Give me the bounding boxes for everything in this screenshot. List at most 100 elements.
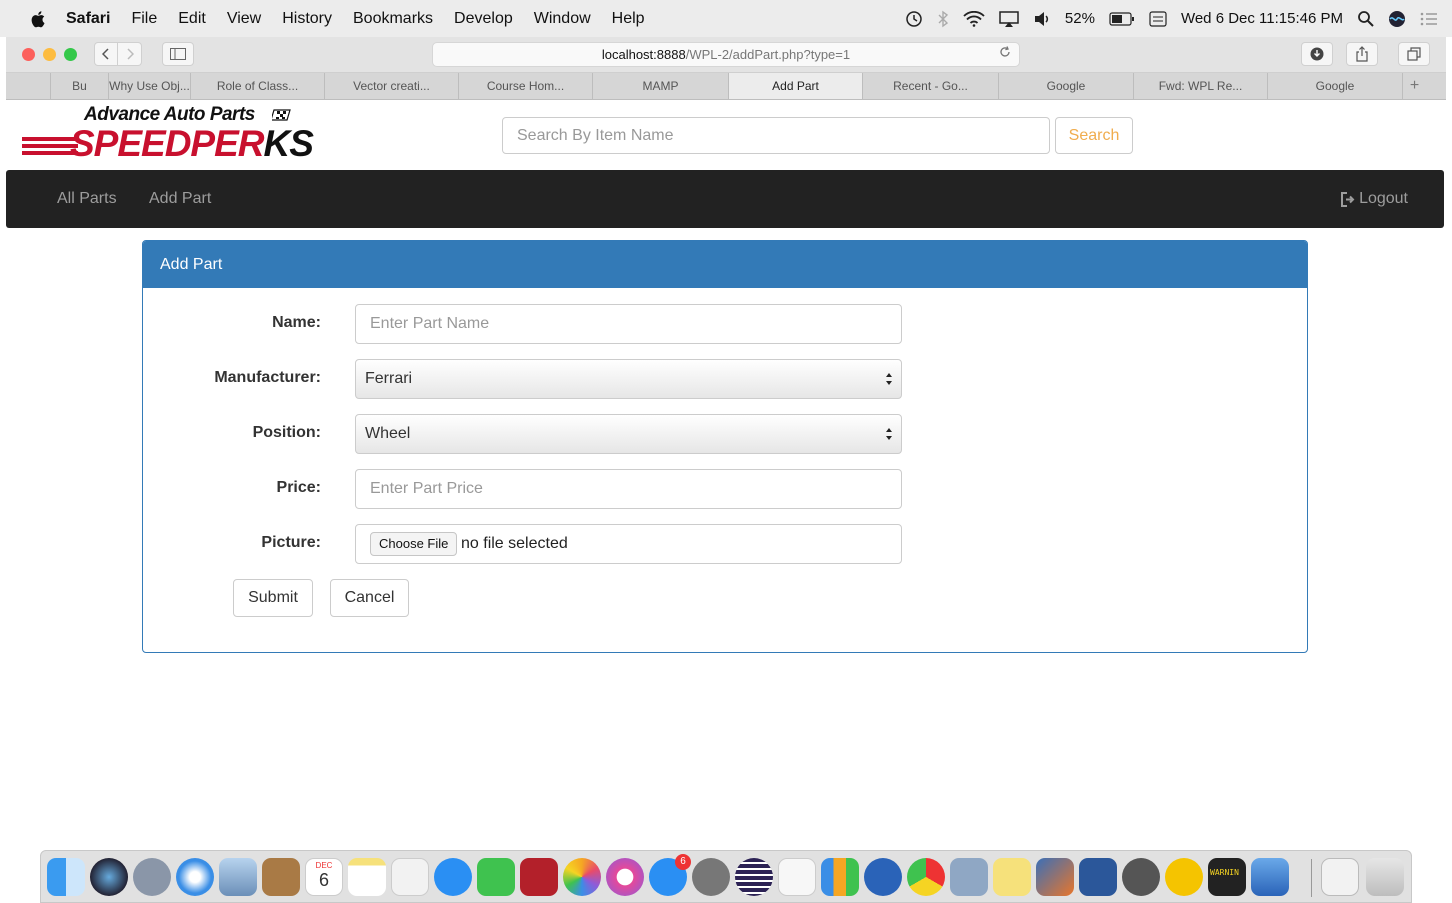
menu-help[interactable]: Help bbox=[612, 10, 645, 28]
airplay-icon[interactable] bbox=[999, 10, 1019, 27]
eclipse-icon[interactable] bbox=[735, 858, 773, 896]
tab-item[interactable]: Google bbox=[998, 73, 1133, 99]
tab-spacer bbox=[6, 73, 50, 99]
trash-icon[interactable] bbox=[1366, 858, 1404, 896]
tab-item[interactable]: Bu bbox=[50, 73, 108, 99]
facetime-icon[interactable] bbox=[477, 858, 515, 896]
textedit-icon[interactable] bbox=[778, 858, 816, 896]
logout-link[interactable]: Logout bbox=[1340, 190, 1408, 208]
chevron-right-icon bbox=[126, 48, 134, 60]
menu-edit[interactable]: Edit bbox=[178, 10, 206, 28]
keynote-icon[interactable] bbox=[1251, 858, 1289, 896]
apple-icon[interactable] bbox=[30, 10, 48, 28]
clock[interactable]: Wed 6 Dec 11:15:46 PM bbox=[1181, 10, 1343, 27]
safari-icon[interactable] bbox=[176, 858, 214, 896]
price-label: Price: bbox=[276, 479, 321, 496]
panel-title: Add Part bbox=[143, 241, 1307, 288]
finder-icon[interactable] bbox=[47, 858, 85, 896]
choose-file-button[interactable]: Choose File bbox=[370, 532, 458, 556]
share-button[interactable] bbox=[1346, 42, 1378, 66]
photos-icon[interactable] bbox=[563, 858, 601, 896]
stickies-icon[interactable] bbox=[993, 858, 1031, 896]
new-tab-button[interactable]: + bbox=[1402, 73, 1426, 99]
downloads-button[interactable] bbox=[1301, 42, 1333, 66]
reminders-icon[interactable] bbox=[391, 858, 429, 896]
notification-center-icon[interactable] bbox=[1420, 12, 1438, 26]
chrome-icon[interactable] bbox=[907, 858, 945, 896]
time-machine-icon[interactable] bbox=[905, 10, 923, 28]
cancel-button[interactable]: Cancel bbox=[330, 579, 409, 617]
menu-history[interactable]: History bbox=[282, 10, 332, 28]
logout-icon bbox=[1341, 191, 1355, 207]
manufacturer-select[interactable]: Ferrari bbox=[355, 359, 902, 399]
volume-icon[interactable] bbox=[1033, 11, 1051, 27]
app-store-icon[interactable]: 6 bbox=[649, 854, 691, 896]
system-preferences-icon[interactable] bbox=[692, 858, 730, 896]
launchpad-icon[interactable] bbox=[133, 858, 171, 896]
forward-button[interactable] bbox=[118, 42, 142, 66]
siri-menu-icon[interactable] bbox=[1388, 10, 1406, 28]
wifi-icon[interactable] bbox=[963, 10, 985, 27]
tab-item[interactable]: Recent - Go... bbox=[862, 73, 998, 99]
zoom-window-button[interactable] bbox=[64, 48, 77, 61]
image-capture-icon[interactable] bbox=[950, 858, 988, 896]
address-bar[interactable]: localhost:8888/WPL-2/addPart.php?type=1 bbox=[432, 42, 1020, 67]
nav-add-part[interactable]: Add Part bbox=[149, 190, 211, 208]
search-input[interactable]: Search By Item Name bbox=[502, 117, 1050, 154]
sidebar-icon bbox=[170, 48, 186, 60]
price-input[interactable]: Enter Part Price bbox=[355, 469, 902, 509]
close-window-button[interactable] bbox=[22, 48, 35, 61]
spotlight-icon[interactable] bbox=[1357, 10, 1374, 27]
console-icon[interactable]: WARNIN bbox=[1208, 858, 1246, 896]
document-icon[interactable] bbox=[1321, 858, 1359, 896]
form-row-position: Position: Wheel bbox=[143, 414, 1307, 454]
itunes-icon[interactable] bbox=[606, 858, 644, 896]
tab-item[interactable]: Google bbox=[1267, 73, 1402, 99]
photo-booth-icon[interactable] bbox=[520, 858, 558, 896]
r-icon[interactable] bbox=[864, 858, 902, 896]
back-button[interactable] bbox=[94, 42, 118, 66]
tab-overview-button[interactable] bbox=[1398, 42, 1430, 66]
name-input[interactable]: Enter Part Name bbox=[355, 304, 902, 344]
tab-item[interactable]: Course Hom... bbox=[458, 73, 592, 99]
preview-icon[interactable] bbox=[219, 858, 257, 896]
word-icon[interactable] bbox=[1079, 858, 1117, 896]
chevron-left-icon bbox=[102, 48, 109, 60]
menu-app-name[interactable]: Safari bbox=[66, 10, 110, 28]
menu-bookmarks[interactable]: Bookmarks bbox=[353, 10, 433, 28]
numbers-icon[interactable] bbox=[821, 858, 859, 896]
tab-item[interactable]: Why Use Obj... bbox=[108, 73, 190, 99]
sequel-pro-icon[interactable] bbox=[1122, 858, 1160, 896]
tab-item[interactable]: Vector creati... bbox=[324, 73, 458, 99]
calendar-day: 6 bbox=[318, 870, 329, 890]
calendar-icon[interactable]: DEC 6 bbox=[305, 858, 343, 896]
messages-icon[interactable] bbox=[434, 858, 472, 896]
input-menu-icon[interactable] bbox=[1149, 10, 1167, 27]
matlab-icon[interactable] bbox=[1036, 858, 1074, 896]
form-row-price: Price: Enter Part Price bbox=[143, 469, 1307, 509]
speedperks-logo[interactable]: Advance Auto Parts SPEEDPERKS bbox=[22, 104, 352, 164]
search-button[interactable]: Search bbox=[1055, 117, 1133, 154]
siri-icon[interactable] bbox=[90, 858, 128, 896]
tab-item-active[interactable]: Add Part bbox=[728, 73, 862, 99]
bluetooth-icon[interactable] bbox=[937, 10, 949, 28]
menu-window[interactable]: Window bbox=[534, 10, 591, 28]
minimize-window-button[interactable] bbox=[43, 48, 56, 61]
menu-develop[interactable]: Develop bbox=[454, 10, 513, 28]
menu-file[interactable]: File bbox=[131, 10, 157, 28]
position-select[interactable]: Wheel bbox=[355, 414, 902, 454]
tab-item[interactable]: Fwd: WPL Re... bbox=[1133, 73, 1267, 99]
battery-percent[interactable]: 52% bbox=[1065, 10, 1095, 27]
menu-view[interactable]: View bbox=[227, 10, 261, 28]
nav-all-parts[interactable]: All Parts bbox=[57, 190, 117, 208]
contacts-icon[interactable] bbox=[262, 858, 300, 896]
submit-button[interactable]: Submit bbox=[233, 579, 313, 617]
tab-item[interactable]: MAMP bbox=[592, 73, 728, 99]
logo-main-text: SPEEDPERKS bbox=[70, 123, 314, 165]
notes-icon[interactable] bbox=[348, 858, 386, 896]
sidebar-button[interactable] bbox=[162, 42, 194, 66]
tab-item[interactable]: Role of Class... bbox=[190, 73, 324, 99]
battery-icon[interactable] bbox=[1109, 11, 1135, 26]
vlc-icon[interactable] bbox=[1165, 858, 1203, 896]
reload-icon[interactable] bbox=[999, 43, 1011, 66]
